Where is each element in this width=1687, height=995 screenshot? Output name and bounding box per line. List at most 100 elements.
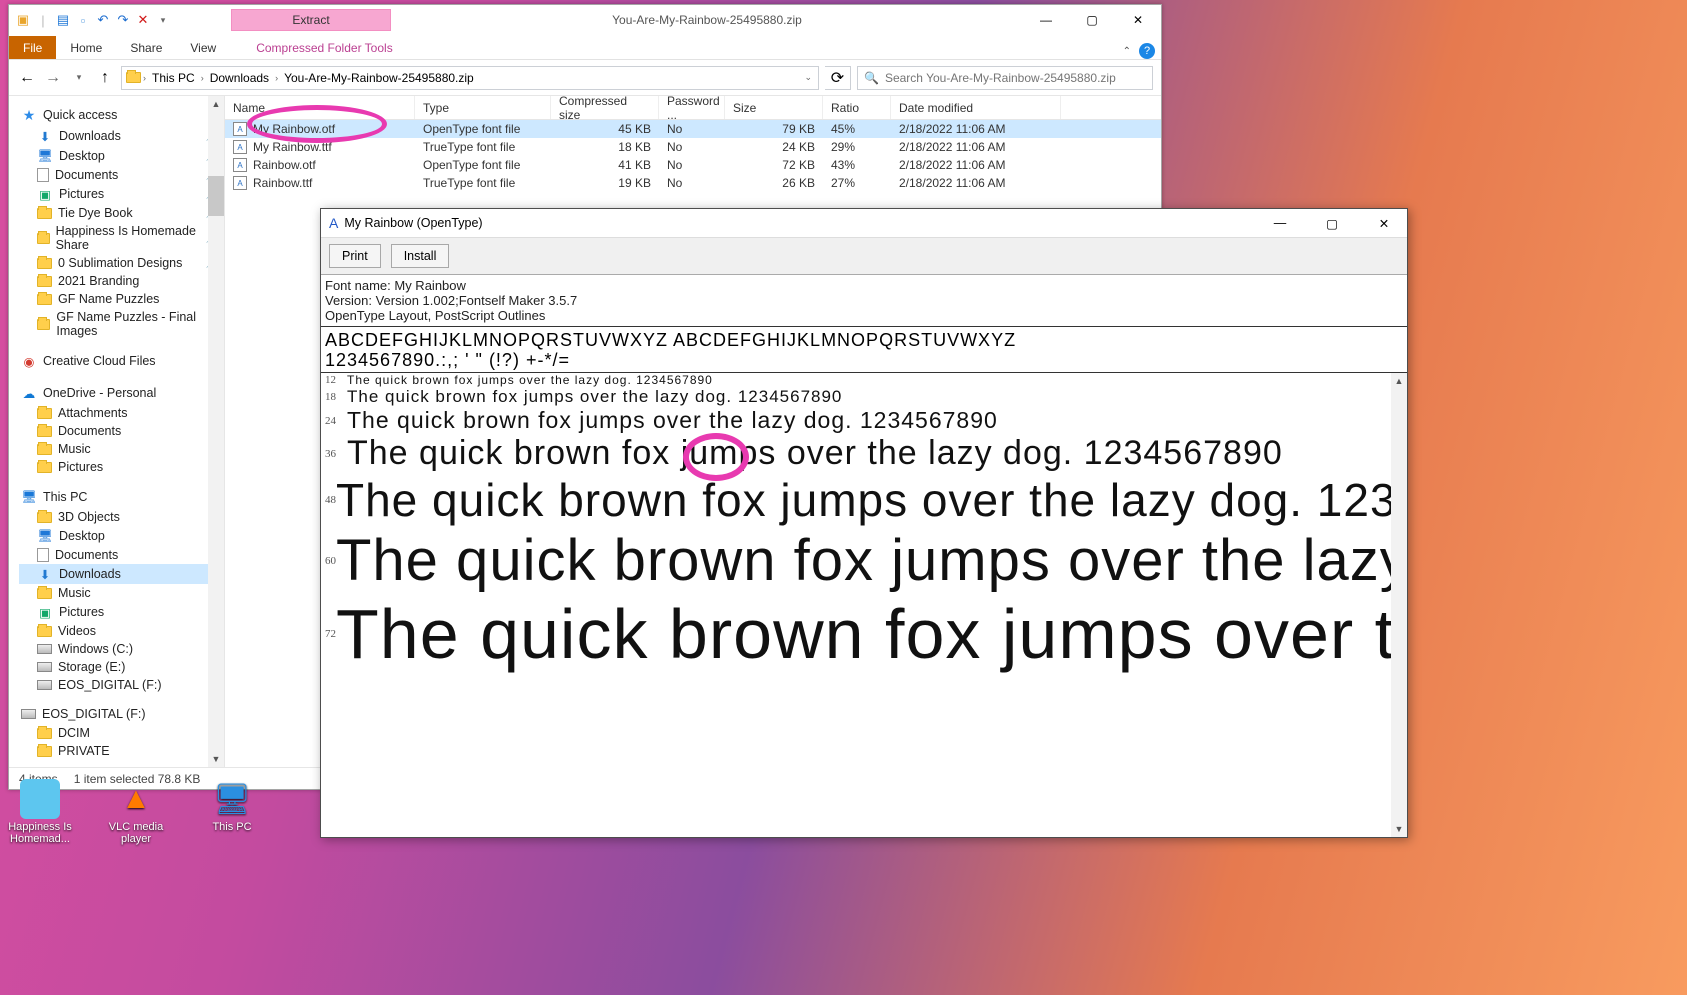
sidebar-item[interactable]: GF Name Puzzles - Final Images [19,308,220,340]
column-compressed[interactable]: Compressed size [551,96,659,119]
sidebar-section-header[interactable]: EOS_DIGITAL (F:) [19,704,220,724]
downloads-icon: ⬇ [37,566,53,582]
scroll-down-icon[interactable]: ▼ [1391,821,1407,837]
ribbon-file-tab[interactable]: File [9,36,56,59]
ribbon-tabs: File Home Share View Compressed Folder T… [9,35,1161,60]
undo-icon[interactable]: ↶ [95,12,111,28]
sidebar-item[interactable]: Documents 📌 [19,166,220,184]
sidebar-item[interactable]: EOS_DIGITAL (F:) [19,676,220,694]
maximize-button[interactable]: ▢ [1069,5,1115,35]
breadcrumb-segment[interactable]: Downloads [206,69,273,87]
fv-maximize-button[interactable]: ▢ [1309,209,1355,237]
scroll-down-icon[interactable]: ▼ [208,751,224,767]
column-name[interactable]: Name [225,96,415,119]
sidebar-item[interactable]: Storage (E:) [19,658,220,676]
sidebar-item[interactable]: ⬇ Downloads [19,564,220,584]
sidebar-item[interactable]: 🖥 Desktop 📌 [19,146,220,166]
help-icon[interactable]: ? [1139,43,1155,59]
print-button[interactable]: Print [329,244,381,268]
search-input[interactable] [885,71,1146,85]
sidebar-section-header[interactable]: 🖥 This PC [19,486,220,508]
desktop-icon[interactable]: 🖥 This PC [196,779,268,845]
qat-more-icon[interactable]: ▾ [155,12,171,28]
recent-locations-icon[interactable]: ▾ [69,68,89,88]
ribbon-collapse-icon[interactable]: ⌃ [1123,46,1131,57]
new-folder-icon[interactable]: ▫ [75,12,91,28]
breadcrumb-chevron-icon[interactable]: › [201,73,204,83]
file-row[interactable]: A Rainbow.ttf TrueType font file 19 KB N… [225,174,1161,192]
sidebar-item[interactable]: Documents [19,546,220,564]
sidebar-item[interactable]: Music [19,584,220,602]
fv-minimize-button[interactable]: — [1257,209,1303,237]
sidebar-item[interactable]: Happiness Is Homemade Share 📌 [19,222,220,254]
sidebar-item[interactable]: Documents [19,422,220,440]
breadcrumb[interactable]: › This PC › Downloads › You-Are-My-Rainb… [121,66,819,90]
refresh-button[interactable]: ⟳ [825,66,851,90]
scroll-up-icon[interactable]: ▲ [208,96,224,112]
samples-scrollbar[interactable]: ▲ ▼ [1391,373,1407,837]
sidebar-item[interactable]: DCIM [19,724,220,742]
redo-icon[interactable]: ↷ [115,12,131,28]
sidebar-item[interactable]: ⬇ Downloads 📌 [19,126,220,146]
search-box[interactable]: 🔍 [857,66,1153,90]
fv-close-button[interactable]: ✕ [1361,209,1407,237]
contextual-tool-tab[interactable]: Extract [231,9,391,31]
sidebar-item[interactable]: PRIVATE [19,742,220,760]
ribbon-share-tab[interactable]: Share [116,36,176,59]
sidebar-item[interactable]: Tie Dye Book 📌 [19,204,220,222]
breadcrumb-segment[interactable]: This PC [148,69,199,87]
breadcrumb-dropdown-icon[interactable]: ⌄ [804,72,818,83]
ribbon-home-tab[interactable]: Home [56,36,116,59]
desktop-icon[interactable]: Happiness Is Homemad... [4,779,76,845]
font-metadata: Font name: My Rainbow Version: Version 1… [321,275,1407,327]
sidebar-item[interactable]: 2021 Branding [19,272,220,290]
column-size[interactable]: Size [725,96,823,119]
file-row[interactable]: A My Rainbow.otf OpenType font file 45 K… [225,120,1161,138]
scroll-thumb[interactable] [208,176,224,216]
ribbon-tool-tab[interactable]: Compressed Folder Tools [236,36,413,59]
file-row[interactable]: A Rainbow.otf OpenType font file 41 KB N… [225,156,1161,174]
scroll-up-icon[interactable]: ▲ [1391,373,1407,389]
file-row[interactable]: A My Rainbow.ttf TrueType font file 18 K… [225,138,1161,156]
file-list-header[interactable]: Name Type Compressed size Password ... S… [225,96,1161,120]
sidebar-item[interactable]: Videos [19,622,220,640]
sidebar-item[interactable]: 3D Objects [19,508,220,526]
font-name-line: Font name: My Rainbow [325,279,1403,294]
ribbon-view-tab[interactable]: View [176,36,230,59]
sidebar-item[interactable]: 0 Sublimation Designs 📌 [19,254,220,272]
forward-button[interactable]: → [43,68,63,88]
sidebar-item[interactable]: ▣ Pictures [19,602,220,622]
sidebar-item[interactable]: ▣ Pictures 📌 [19,184,220,204]
breadcrumb-chevron-icon[interactable]: › [275,73,278,83]
up-button[interactable]: ↑ [95,68,115,88]
sidebar-item-label: Downloads [59,129,121,143]
sidebar-item[interactable]: Windows (C:) [19,640,220,658]
sidebar-item[interactable]: Attachments [19,404,220,422]
sidebar-item-label: Documents [55,168,118,182]
sidebar-item[interactable]: 🖥 Desktop [19,526,220,546]
sidebar-item[interactable]: Music [19,440,220,458]
column-type[interactable]: Type [415,96,551,119]
sidebar[interactable]: ▲ ▼ ★ Quick access ⬇ Downloads 📌 🖥 Deskt… [9,96,225,767]
sidebar-scrollbar[interactable]: ▲ ▼ [208,96,224,767]
sidebar-section-header[interactable]: ★ Quick access [19,104,220,126]
breadcrumb-segment[interactable]: You-Are-My-Rainbow-25495880.zip [280,69,478,87]
install-button[interactable]: Install [391,244,450,268]
minimize-button[interactable]: — [1023,5,1069,35]
sidebar-item[interactable]: Pictures [19,458,220,476]
breadcrumb-chevron-icon[interactable]: › [143,73,146,83]
sidebar-section-header[interactable]: ◉ Creative Cloud Files [19,350,220,372]
column-password[interactable]: Password ... [659,96,725,119]
column-ratio[interactable]: Ratio [823,96,891,119]
sidebar-item[interactable]: GF Name Puzzles [19,290,220,308]
sidebar-item-label: PRIVATE [58,744,110,758]
back-button[interactable]: ← [17,68,37,88]
desktop-icon[interactable]: ▲ VLC media player [100,779,172,845]
close-button[interactable]: ✕ [1115,5,1161,35]
column-date[interactable]: Date modified [891,96,1061,119]
properties-icon[interactable]: ▤ [55,12,71,28]
sample-size-label: 36 [325,448,347,460]
sidebar-section-header[interactable]: ☁ OneDrive - Personal [19,382,220,404]
delete-icon[interactable]: ✕ [135,12,151,28]
folder-icon [37,319,50,330]
